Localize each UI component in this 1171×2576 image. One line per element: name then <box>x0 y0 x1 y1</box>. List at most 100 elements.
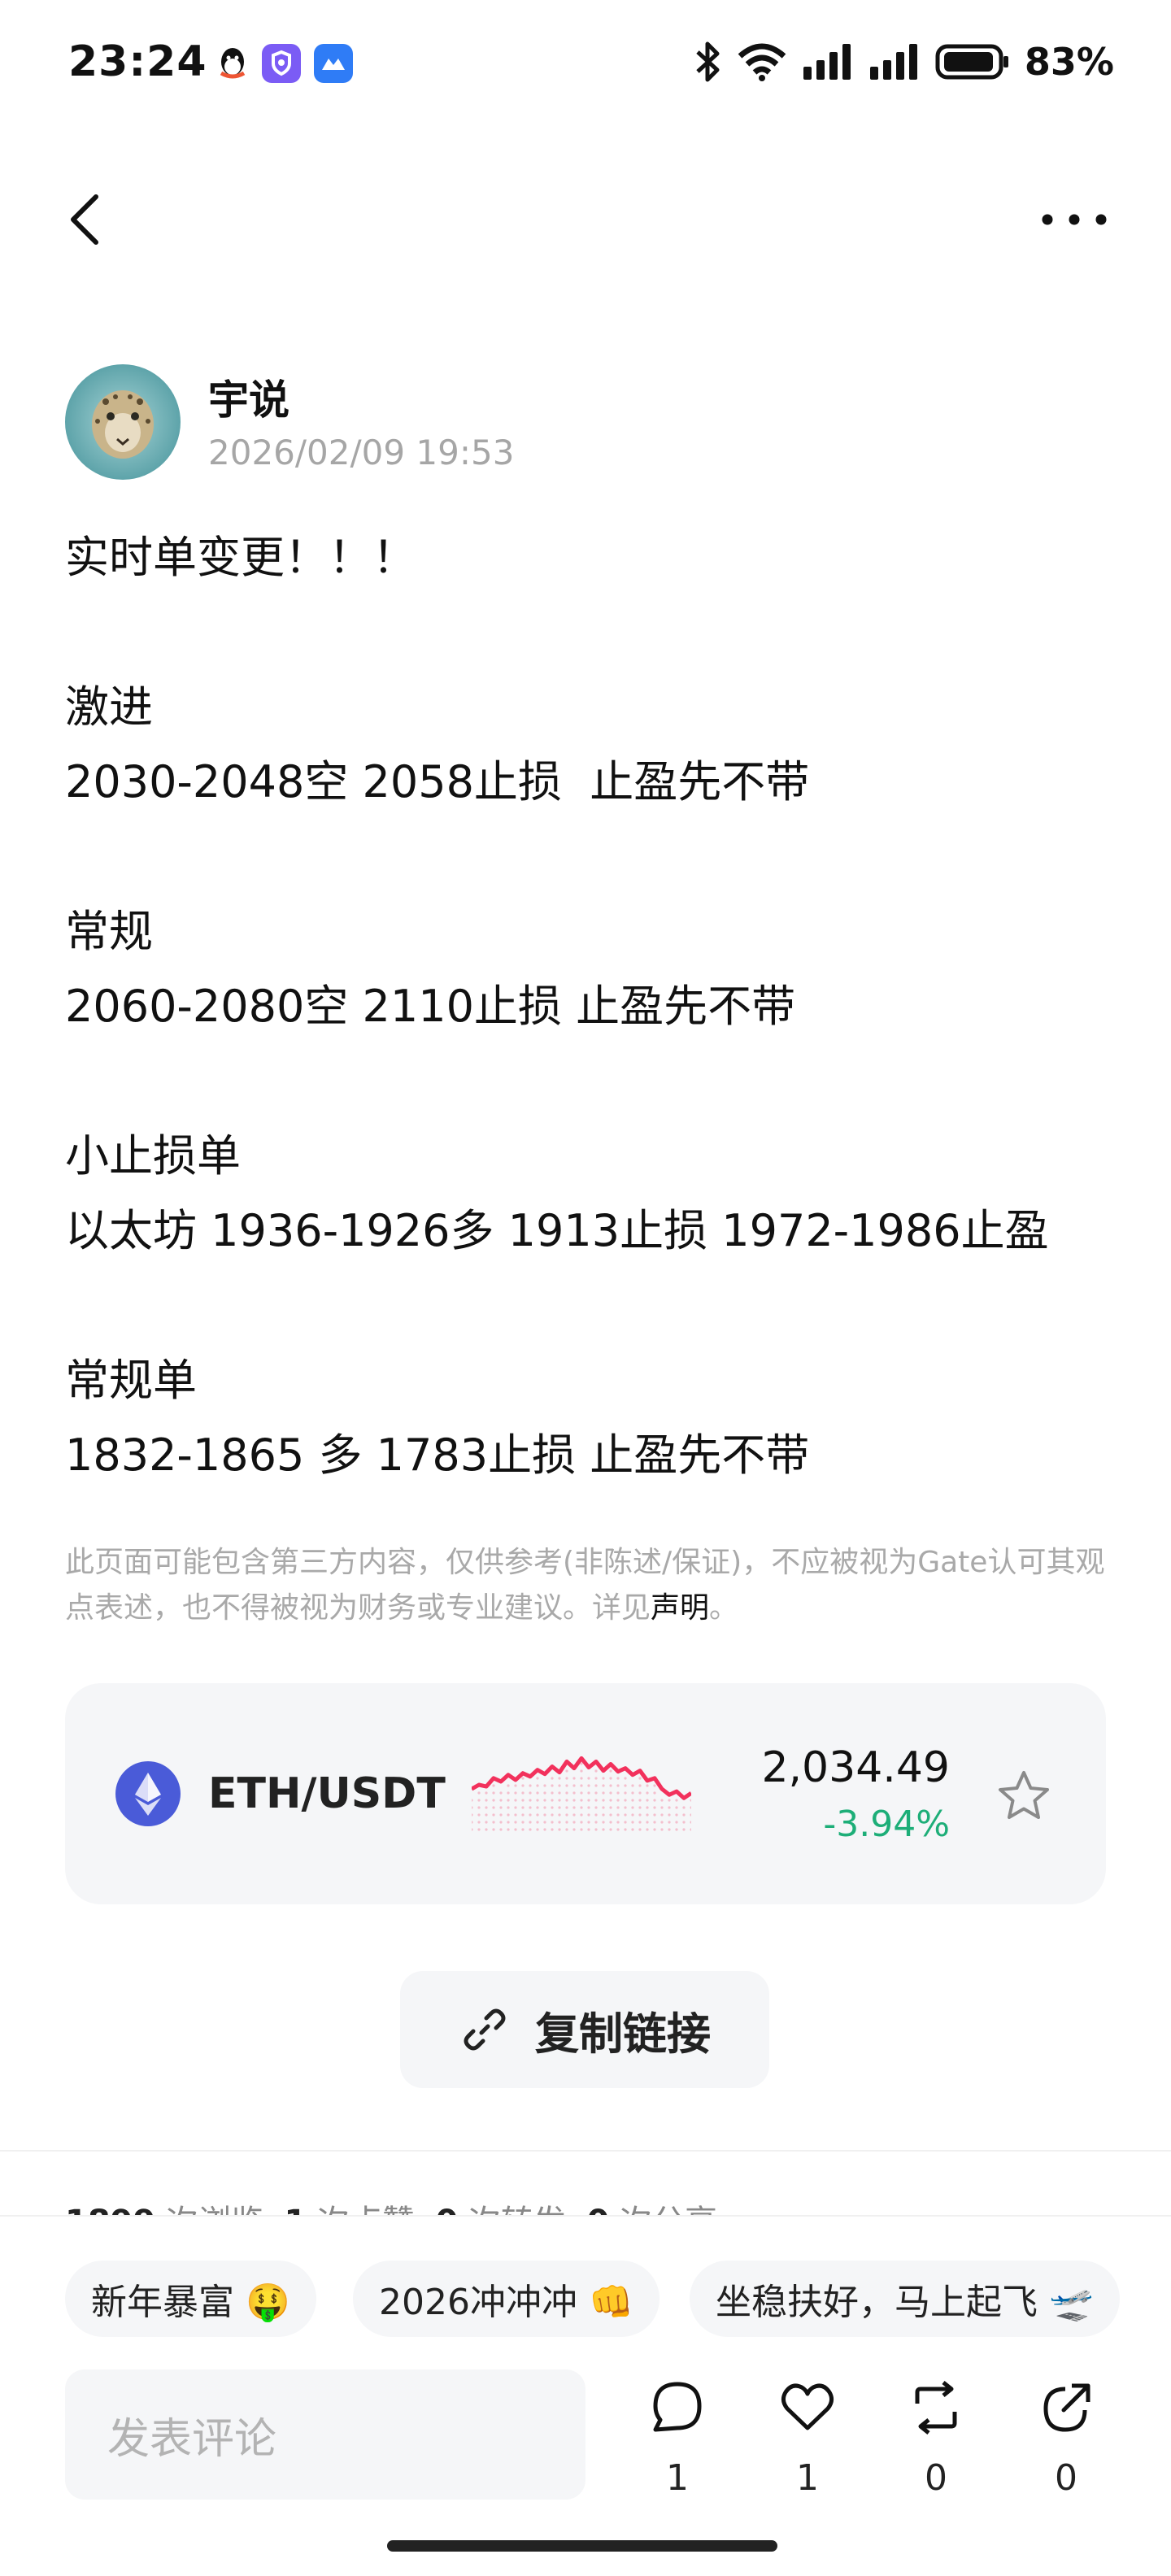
sparkline-fill-dot <box>690 1828 691 1831</box>
author-name[interactable]: 宇说 <box>208 368 289 426</box>
sparkline-fill-dot <box>514 1806 517 1809</box>
sparkline-fill-dot <box>609 1769 612 1773</box>
sparkline-fill-dot <box>514 1791 517 1795</box>
post-line <box>65 1268 1122 1343</box>
sparkline-fill-dot <box>682 1806 686 1809</box>
sparkline-fill-dot <box>499 1799 503 1802</box>
sparkline-fill-dot <box>551 1813 554 1817</box>
sparkline-fill-dot <box>690 1806 691 1809</box>
sparkline-fill-dot <box>572 1791 576 1795</box>
sparkline-fill-dot <box>616 1791 620 1795</box>
sparkline-fill-dot <box>499 1791 503 1795</box>
sparkline-fill-dot <box>558 1806 561 1809</box>
like-button[interactable]: 1 <box>763 2379 852 2509</box>
market-card[interactable]: ETH/USDT 2,034.49 -3.94% <box>65 1683 1106 1904</box>
sparkline-fill-dot <box>602 1806 605 1809</box>
disclaimer-link[interactable]: 声明 <box>651 1591 709 1625</box>
sparkline-fill-dot <box>521 1777 525 1780</box>
sparkline-fill-dot <box>543 1821 546 1824</box>
disclaimer: 此页面可能包含第三方内容，仅供参考(非陈述/保证)，不应被视为Gate认可其观点… <box>65 1540 1122 1631</box>
sparkline-fill-dot <box>631 1821 634 1824</box>
sparkline-fill-dot <box>558 1791 561 1795</box>
sparkline-fill-dot <box>594 1813 598 1817</box>
sparkline-fill-dot <box>536 1777 539 1780</box>
sparkline-fill-dot <box>587 1784 590 1787</box>
quick-reply-chip[interactable]: 2026冲冲冲 👊 <box>353 2261 660 2337</box>
sparkline-fill-dot <box>529 1806 532 1809</box>
share-button[interactable]: 0 <box>1021 2379 1111 2509</box>
battery-percentage: 83% <box>1024 40 1114 84</box>
sparkline-fill-dot <box>580 1791 583 1795</box>
sparkline-fill-dot <box>485 1799 488 1802</box>
sparkline-fill-dot <box>690 1813 691 1817</box>
sparkline-fill-dot <box>558 1813 561 1817</box>
sparkline-fill-dot <box>602 1791 605 1795</box>
sparkline-fill-dot <box>638 1784 642 1787</box>
sparkline-fill-dot <box>551 1777 554 1780</box>
sparkline-fill-dot <box>477 1791 481 1795</box>
eth-icon <box>115 1761 181 1826</box>
comment-count: 1 <box>666 2457 689 2499</box>
sparkline-fill-dot <box>514 1828 517 1831</box>
sparkline-fill-dot <box>499 1806 503 1809</box>
sparkline-fill-dot <box>587 1828 590 1831</box>
star-icon <box>999 1771 1049 1819</box>
sparkline-fill-dot <box>594 1769 598 1773</box>
sparkline-fill-dot <box>580 1769 583 1773</box>
copy-link-button[interactable]: 复制链接 <box>400 1971 769 2088</box>
sparkline-fill-dot <box>492 1813 495 1817</box>
sparkline-fill-dot <box>499 1821 503 1824</box>
post-line: 小止损单 <box>65 1130 241 1181</box>
sparkline-fill-dot <box>565 1791 568 1795</box>
sparkline-fill-dot <box>668 1806 671 1809</box>
sparkline-fill-dot <box>668 1828 671 1831</box>
sparkline-fill-dot <box>616 1821 620 1824</box>
sparkline-fill-dot <box>602 1777 605 1780</box>
sparkline-fill-dot <box>514 1813 517 1817</box>
sparkline-fill-dot <box>565 1806 568 1809</box>
sparkline-fill-dot <box>602 1813 605 1817</box>
sparkline-fill-dot <box>624 1828 627 1831</box>
post-line <box>65 595 1122 670</box>
home-indicator <box>387 2540 777 2552</box>
favorite-button[interactable] <box>995 1768 1052 1825</box>
quick-reply-chip[interactable]: 坐稳扶好，马上起飞 🛫 <box>690 2261 1120 2337</box>
sparkline-fill-dot <box>624 1821 627 1824</box>
more-options-button[interactable] <box>1038 203 1111 236</box>
sparkline-fill-dot <box>638 1813 642 1817</box>
post-line <box>65 1044 1122 1119</box>
price-sparkline <box>472 1756 691 1831</box>
sparkline-fill-dot <box>631 1813 634 1817</box>
sparkline-fill-dot <box>485 1821 488 1824</box>
sparkline-fill-dot <box>529 1828 532 1831</box>
back-button[interactable] <box>60 190 112 249</box>
sparkline-fill-dot <box>521 1828 525 1831</box>
sparkline-fill-dot <box>536 1806 539 1809</box>
quick-reply-chip[interactable]: 新年暴富 🤑 <box>65 2261 316 2337</box>
sparkline-fill-dot <box>609 1791 612 1795</box>
sparkline-fill-dot <box>529 1784 532 1787</box>
sparkline-fill-dot <box>477 1828 481 1831</box>
sparkline-fill-dot <box>616 1806 620 1809</box>
sparkline-fill-dot <box>507 1813 510 1817</box>
author-avatar[interactable] <box>65 364 181 480</box>
sparkline-fill-dot <box>472 1799 473 1802</box>
sparkline-fill-dot <box>551 1784 554 1787</box>
repost-button[interactable]: 0 <box>891 2379 981 2509</box>
sparkline-fill-dot <box>507 1806 510 1809</box>
sparkline-fill-dot <box>507 1821 510 1824</box>
sparkline-fill-dot <box>565 1784 568 1787</box>
sparkline-fill-dot <box>624 1791 627 1795</box>
comment-button[interactable]: 1 <box>633 2379 722 2509</box>
sparkline-fill-dot <box>485 1791 488 1795</box>
post-content: 实时单变更！！！ 激进 2030-2048空 2058止损 止盈先不带 常规 2… <box>65 520 1122 1493</box>
sparkline-fill-dot <box>543 1784 546 1787</box>
wifi-icon <box>738 43 786 81</box>
sparkline-fill-dot <box>529 1813 532 1817</box>
sparkline-fill-dot <box>675 1828 678 1831</box>
status-time: 23:24 <box>68 37 207 86</box>
sparkline-fill-dot <box>594 1791 598 1795</box>
comment-input[interactable]: 发表评论 <box>65 2369 586 2500</box>
sparkline-fill-dot <box>587 1806 590 1809</box>
sparkline-fill-dot <box>638 1799 642 1802</box>
